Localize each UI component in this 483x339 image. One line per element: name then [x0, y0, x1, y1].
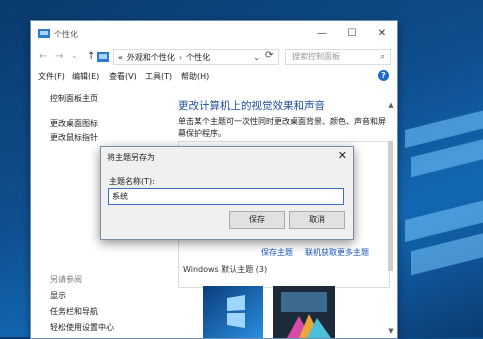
address-dropdown-icon[interactable]: ⌄ — [253, 53, 260, 62]
dialog-title: 将主题另存为 — [107, 153, 155, 162]
breadcrumb-appearance[interactable]: 外观和个性化 — [127, 52, 175, 63]
scroll-down-icon[interactable]: ▼ — [387, 327, 395, 335]
menu-tools[interactable]: 工具(T) — [145, 71, 172, 82]
title-bar: 个性化 — ☐ ✕ — [31, 21, 397, 47]
forward-arrow-icon[interactable]: → — [55, 51, 63, 62]
minimize-button[interactable]: — — [307, 21, 337, 47]
theme-group-title: Windows 默认主题 (3) — [183, 265, 268, 274]
scroll-up-icon[interactable]: ▲ — [387, 101, 395, 109]
sidebar-link-mouse-pointers[interactable]: 更改鼠标指针 — [50, 132, 98, 143]
up-arrow-icon[interactable]: ↑ — [87, 51, 95, 62]
menu-bar: 文件(F) 编辑(E) 查看(V) 工具(T) 帮助(H) ? — [31, 70, 397, 84]
scrollbar-thumb[interactable] — [388, 141, 393, 271]
vertical-scrollbar[interactable]: ▲ ▼ — [387, 101, 395, 335]
flowers-theme-thumbnail[interactable] — [273, 286, 335, 338]
get-more-themes-link[interactable]: 联机获取更多主题 — [305, 247, 369, 258]
breadcrumb-personalization[interactable]: 个性化 — [186, 52, 210, 63]
theme-name-input[interactable] — [108, 188, 344, 205]
help-icon[interactable]: ? — [378, 70, 389, 81]
save-theme-link[interactable]: 保存主题 — [261, 247, 293, 258]
search-icon[interactable]: ⌕ — [381, 50, 385, 64]
menu-edit[interactable]: 编辑(E) — [72, 71, 99, 82]
windows-theme-thumbnail[interactable] — [203, 286, 263, 338]
theme-name-label: 主题名称(T): — [109, 177, 155, 186]
recent-locations-chevron-icon[interactable]: ⌄ — [71, 51, 78, 60]
page-description: 单击某个主题可一次性同时更改桌面背景、颜色、声音和屏幕保护程序。 — [178, 117, 386, 138]
menu-help[interactable]: 帮助(H) — [181, 71, 209, 82]
see-also-taskbar[interactable]: 任务栏和导航 — [50, 306, 98, 317]
window-controls: — ☐ ✕ — [307, 21, 397, 47]
save-button[interactable]: 保存 — [229, 211, 285, 229]
breadcrumb-separator-icon: › — [178, 52, 183, 62]
sidebar-link-desktop-icons[interactable]: 更改桌面图标 — [50, 118, 98, 129]
maximize-button[interactable]: ☐ — [337, 21, 367, 47]
back-arrow-icon[interactable]: ← — [39, 51, 47, 62]
menu-view[interactable]: 查看(V) — [109, 71, 137, 82]
control-panel-icon — [97, 52, 109, 62]
address-bar[interactable]: « 外观和个性化 › 个性化 ⌄ — [113, 49, 279, 65]
window-title: 个性化 — [54, 30, 78, 39]
save-theme-dialog: 将主题另存为 ✕ 主题名称(T): 保存 取消 — [100, 146, 354, 240]
navigation-bar: ← → ⌄ ↑ « 外观和个性化 › 个性化 ⌄ ⟳ 搜索控制面板 ⌕ — [31, 49, 397, 67]
search-input[interactable]: 搜索控制面板 ⌕ — [285, 49, 391, 65]
control-panel-icon — [38, 29, 50, 38]
refresh-icon[interactable]: ⟳ — [265, 50, 273, 61]
desktop-background-rays — [395, 60, 483, 337]
see-also-heading: 另请参阅 — [50, 275, 82, 284]
menu-file[interactable]: 文件(F) — [38, 71, 65, 82]
see-also-ease-of-access[interactable]: 轻松使用设置中心 — [50, 322, 114, 333]
close-button[interactable]: ✕ — [367, 21, 397, 47]
sidebar-link-control-panel-home[interactable]: 控制面板主页 — [50, 93, 98, 104]
see-also-display[interactable]: 显示 — [50, 290, 66, 301]
page-title: 更改计算机上的视觉效果和声音 — [178, 100, 325, 112]
search-placeholder: 搜索控制面板 — [292, 52, 340, 61]
dialog-close-button[interactable]: ✕ — [338, 149, 347, 162]
cancel-button[interactable]: 取消 — [289, 211, 345, 229]
breadcrumb-root-icon[interactable]: « — [118, 53, 123, 62]
